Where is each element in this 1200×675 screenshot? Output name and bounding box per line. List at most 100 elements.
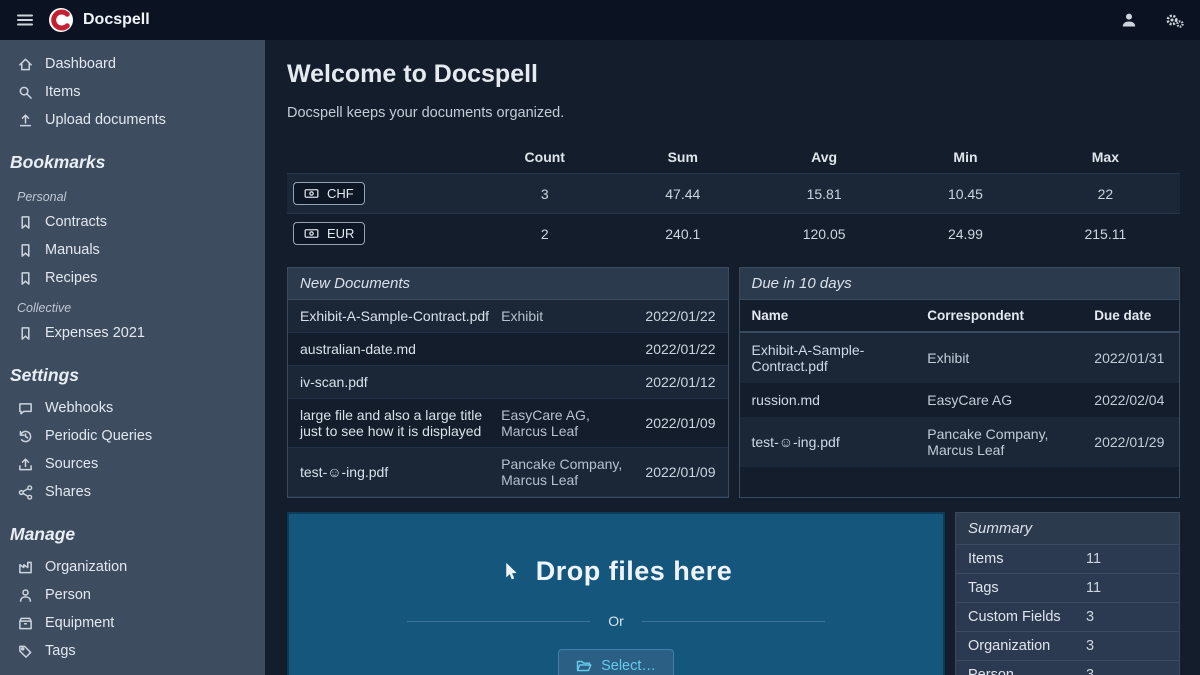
gears-icon[interactable] [1165,12,1184,29]
sidebar-item-shares[interactable]: Shares [0,478,265,506]
sidebar-item-items[interactable]: Items [0,78,265,106]
document-link[interactable]: large file and also a large title just t… [300,407,491,439]
sidebar-item-dashboard[interactable]: Dashboard [0,50,265,78]
sidebar-item-contracts[interactable]: Contracts [0,208,265,236]
document-date: 2022/01/09 [645,415,715,431]
money-bill-icon [304,227,319,240]
document-row: large file and also a large title just t… [288,399,728,448]
divider-line [642,621,825,622]
sidebar-item-sources[interactable]: Sources [0,450,265,478]
document-row: australian-date.md 2022/01/22 [288,333,728,366]
money-bill-icon [304,187,319,200]
stats-header-count: Count [472,141,618,174]
select-files-button[interactable]: Select… [558,649,674,675]
upload-icon [17,113,34,128]
document-date: 2022/01/12 [645,374,715,390]
summary-label: Items [968,551,1086,567]
app-logo-home-link[interactable]: Docspell [48,7,150,33]
sidebar-item-label: Upload documents [45,112,166,128]
docspell-logo-icon [48,7,74,33]
stats-row-eur: EUR 2 240.1 120.05 24.99 215.11 [287,214,1180,254]
sidebar-item-label: Items [45,84,80,100]
stats-sum: 240.1 [618,214,749,254]
summary-row: Person 3 [956,661,1179,675]
stats-header-max: Max [1031,141,1180,174]
document-correspondent: Exhibit [501,308,635,324]
document-link[interactable]: Exhibit-A-Sample-Contract.pdf [752,342,865,374]
document-link[interactable]: russion.md [752,392,820,408]
sidebar-item-upload-documents[interactable]: Upload documents [0,106,265,134]
stats-max: 215.11 [1031,214,1180,254]
sidebar-item-label: Person [45,587,91,603]
document-link[interactable]: iv-scan.pdf [300,374,491,390]
topbar: Docspell [0,0,1200,40]
stats-header-avg: Avg [748,141,900,174]
sidebar-item-label: Periodic Queries [45,428,152,444]
due-correspondent: Exhibit [915,332,1082,383]
currency-badge: EUR [293,222,365,245]
document-date: 2022/01/09 [645,464,715,480]
dropzone-title: Drop files here [536,556,733,587]
currency-label: EUR [327,226,354,241]
app-name: Docspell [83,11,150,29]
user-account-icon[interactable] [1121,12,1137,28]
sidebar-item-equipment[interactable]: Equipment [0,609,265,637]
sidebar-item-recipes[interactable]: Recipes [0,264,265,292]
stats-avg: 15.81 [748,174,900,214]
file-dropzone[interactable]: Drop files here Or Select… [287,512,945,675]
industry-icon [17,560,34,575]
summary-title: Summary [956,513,1179,545]
select-files-label: Select… [601,658,656,674]
due-correspondent: Pancake Company, Marcus Leaf [915,417,1082,467]
document-link[interactable]: Exhibit-A-Sample-Contract.pdf [300,308,491,324]
summary-label: Person [968,667,1086,675]
sidebar-item-label: Expenses 2021 [45,325,145,341]
document-link[interactable]: test-☺-ing.pdf [752,434,840,450]
document-row: test-☺-ing.pdf Pancake Company, Marcus L… [288,448,728,497]
summary-value: 11 [1086,551,1101,567]
sidebar-item-label: Contracts [45,214,107,230]
sidebar-item-expenses-2021[interactable]: Expenses 2021 [0,319,265,347]
summary-label: Organization [968,638,1086,654]
sidebar-item-manuals[interactable]: Manuals [0,236,265,264]
comment-icon [17,401,34,416]
sidebar-item-person[interactable]: Person [0,581,265,609]
due-row: russion.md EasyCare AG 2022/02/04 [740,383,1180,417]
new-documents-title: New Documents [288,268,728,300]
sidebar-section-settings: Settings [0,347,265,394]
page-title: Welcome to Docspell [287,60,1180,89]
upload-icon [17,457,34,472]
sidebar-item-tags[interactable]: Tags [0,637,265,665]
new-documents-panel: New Documents Exhibit-A-Sample-Contract.… [287,267,729,498]
bookmark-icon [17,271,34,286]
document-link[interactable]: australian-date.md [300,341,491,357]
document-row: iv-scan.pdf 2022/01/12 [288,366,728,399]
due-correspondent: EasyCare AG [915,383,1082,417]
summary-value: 11 [1086,580,1101,596]
sidebar-item-periodic-queries[interactable]: Periodic Queries [0,422,265,450]
sidebar-item-label: Sources [45,456,98,472]
currency-badge: CHF [293,182,365,205]
stats-sum: 47.44 [618,174,749,214]
menu-icon[interactable] [16,11,34,29]
stats-max: 22 [1031,174,1180,214]
document-date: 2022/01/22 [645,341,715,357]
mouse-pointer-icon [500,561,520,583]
due-header-due-date: Due date [1082,300,1179,332]
sidebar-item-webhooks[interactable]: Webhooks [0,394,265,422]
due-date: 2022/01/31 [1082,332,1179,383]
summary-row: Tags 11 [956,574,1179,603]
sidebar-item-organization[interactable]: Organization [0,553,265,581]
due-date: 2022/01/29 [1082,417,1179,467]
due-table: Name Correspondent Due date Exhibit-A-Sa… [740,300,1180,467]
document-correspondent: EasyCare AG, Marcus Leaf [501,407,635,439]
due-panel-title: Due in 10 days [740,268,1180,300]
sidebar-item-label: Dashboard [45,56,116,72]
sidebar-section-bookmarks: Bookmarks [0,134,265,181]
sidebar-item-label: Manuals [45,242,100,258]
due-panel: Due in 10 days Name Correspondent Due da… [739,267,1181,498]
main-content: Welcome to Docspell Docspell keeps your … [265,40,1200,675]
currency-label: CHF [327,186,354,201]
document-link[interactable]: test-☺-ing.pdf [300,464,491,480]
document-date: 2022/01/22 [645,308,715,324]
